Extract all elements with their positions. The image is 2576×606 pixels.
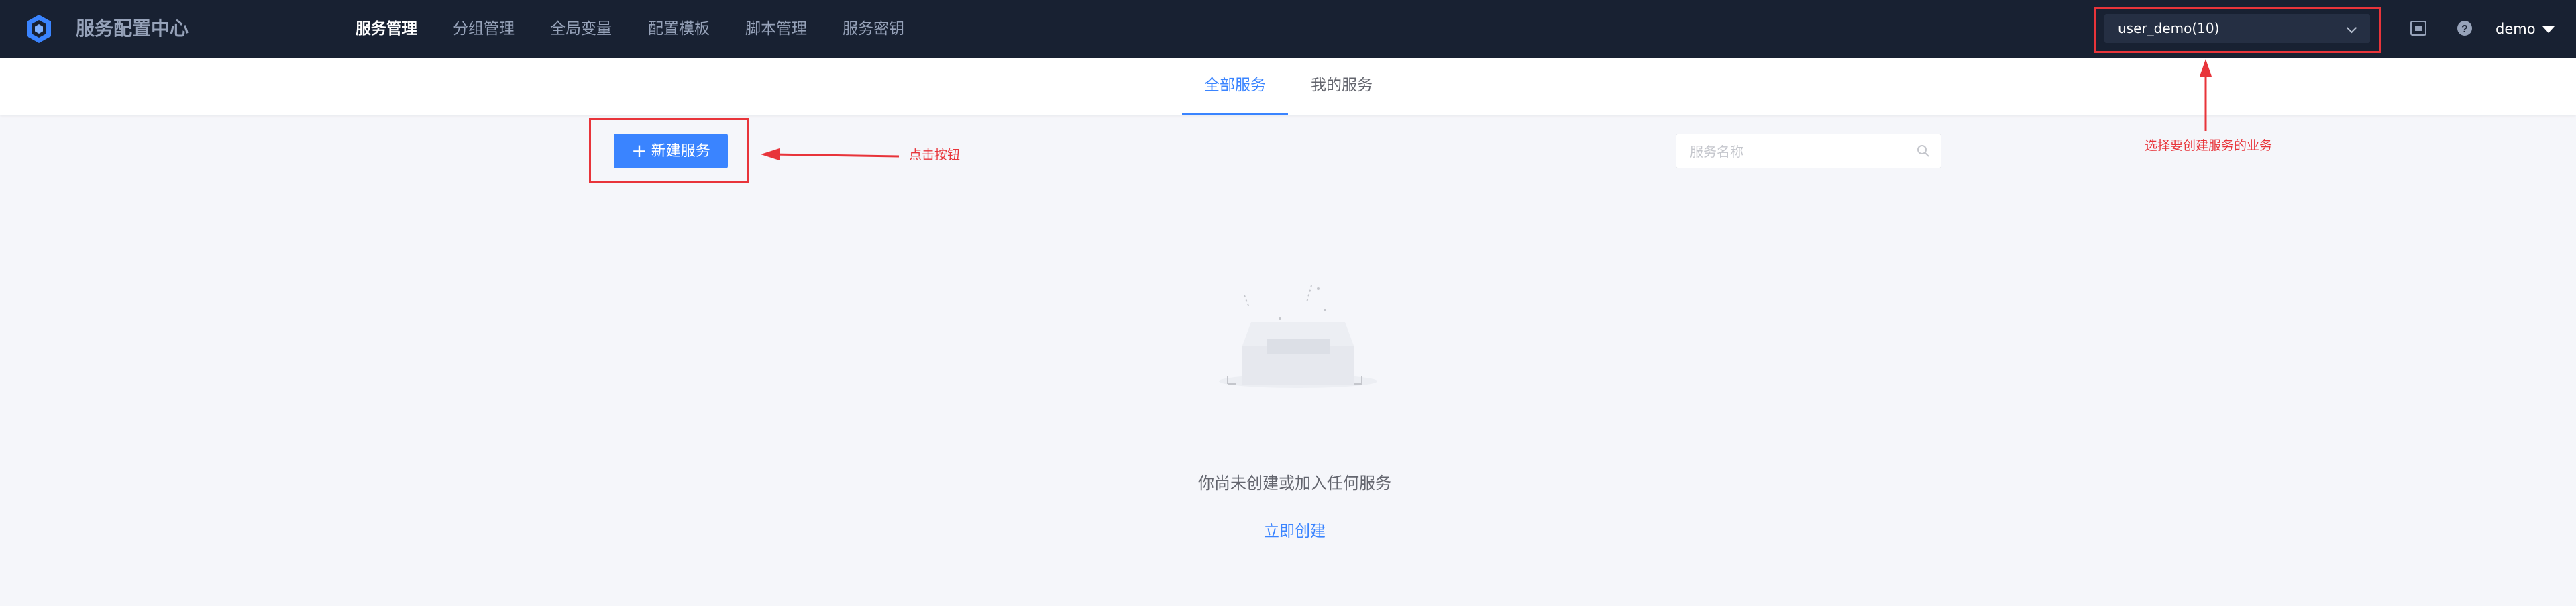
search-input[interactable]: [1688, 134, 1906, 169]
highlight-business-select: [2094, 7, 2381, 53]
nav-group-management[interactable]: 分组管理: [453, 0, 515, 58]
logo-icon: [27, 15, 51, 43]
tab-my-services[interactable]: 我的服务: [1309, 58, 1374, 113]
tab-bar: 全部服务 我的服务: [0, 58, 2576, 115]
highlight-new-button: [589, 118, 749, 183]
svg-text:?: ?: [2461, 23, 2468, 35]
empty-message: 你尚未创建或加入任何服务: [1198, 474, 1391, 493]
annotation-select-business: 选择要创建服务的业务: [2145, 138, 2273, 153]
nav-service-keys[interactable]: 服务密钥: [843, 0, 904, 58]
nav-service-management[interactable]: 服务管理: [356, 0, 417, 58]
annotation-click-button: 点击按钮: [909, 148, 961, 162]
help-icon[interactable]: ?: [2455, 19, 2474, 38]
user-menu[interactable]: demo: [2496, 0, 2555, 58]
arrowhead-left: [761, 148, 780, 160]
arrow-to-new-button: [771, 153, 900, 158]
service-search[interactable]: [1676, 134, 1941, 169]
nav-script-management[interactable]: 脚本管理: [745, 0, 807, 58]
search-icon[interactable]: [1917, 144, 1930, 158]
empty-box-icon: [1219, 285, 1377, 388]
nav-global-variables[interactable]: 全局变量: [550, 0, 612, 58]
create-now-link[interactable]: 立即创建: [1221, 518, 1368, 541]
caret-down-icon: [2542, 26, 2555, 33]
app-title: 服务配置中心: [76, 17, 189, 40]
tab-all-services[interactable]: 全部服务: [1182, 58, 1288, 115]
nav-config-templates[interactable]: 配置模板: [648, 0, 710, 58]
screen-icon[interactable]: [2409, 19, 2428, 38]
user-name: demo: [2496, 21, 2536, 37]
